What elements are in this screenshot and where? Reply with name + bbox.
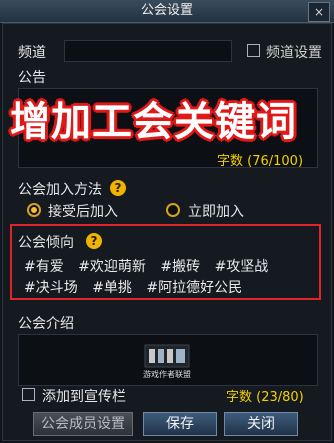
close-button[interactable]: 关闭 [224, 412, 298, 436]
intro-label: 公会介绍 [18, 316, 74, 332]
member-settings-button[interactable]: 公会成员设置 [33, 412, 133, 436]
join-instant-radio[interactable] [166, 203, 180, 217]
tendency-tags-row-1: #有爱 #欢迎萌新 #搬砖 #攻坚战 [24, 256, 278, 276]
promo-checkbox[interactable] [22, 388, 35, 401]
tag-item[interactable]: #搬砖 [160, 259, 200, 275]
channel-setting-checkbox[interactable] [247, 44, 260, 57]
window-title-bar: 公会设置 × [0, 0, 334, 23]
channel-label: 频道 [18, 45, 46, 61]
tendency-label: 公会倾向 [18, 235, 74, 251]
join-help-icon[interactable]: ? [110, 180, 126, 196]
logo-text: 游戏作者联盟 [143, 369, 191, 379]
intro-char-count: 字数 (23/80) [226, 390, 304, 405]
tag-item[interactable]: #单挑 [92, 280, 132, 296]
promo-label: 添加到宣传栏 [42, 389, 126, 405]
tag-item[interactable]: #决斗场 [24, 280, 78, 296]
save-button[interactable]: 保存 [143, 412, 217, 436]
watermark-logo: 游戏作者联盟 [143, 344, 191, 379]
tag-item[interactable]: #欢迎萌新 [78, 259, 146, 275]
join-accept-label: 接受后加入 [48, 204, 118, 220]
channel-input[interactable] [64, 40, 232, 62]
join-accept-radio[interactable] [27, 203, 41, 217]
close-window-button[interactable]: × [308, 2, 330, 22]
join-instant-label: 立即加入 [188, 204, 244, 220]
notice-char-count: 字数 (76/100) [217, 154, 304, 169]
tag-item[interactable]: #有爱 [24, 259, 64, 275]
window-title: 公会设置 [140, 3, 193, 18]
overlay-caption: 增加工会关键词 [10, 99, 297, 145]
tag-item[interactable]: #攻坚战 [215, 259, 269, 275]
notice-label: 公告 [18, 70, 46, 86]
tendency-tags-row-2: #决斗场 #单挑 #阿拉德好公民 [24, 277, 252, 297]
channel-setting-label: 频道设置 [266, 45, 322, 61]
tag-item[interactable]: #阿拉德好公民 [146, 280, 242, 296]
tendency-help-icon[interactable]: ? [86, 233, 102, 249]
join-method-label: 公会加入方法 [18, 182, 102, 198]
